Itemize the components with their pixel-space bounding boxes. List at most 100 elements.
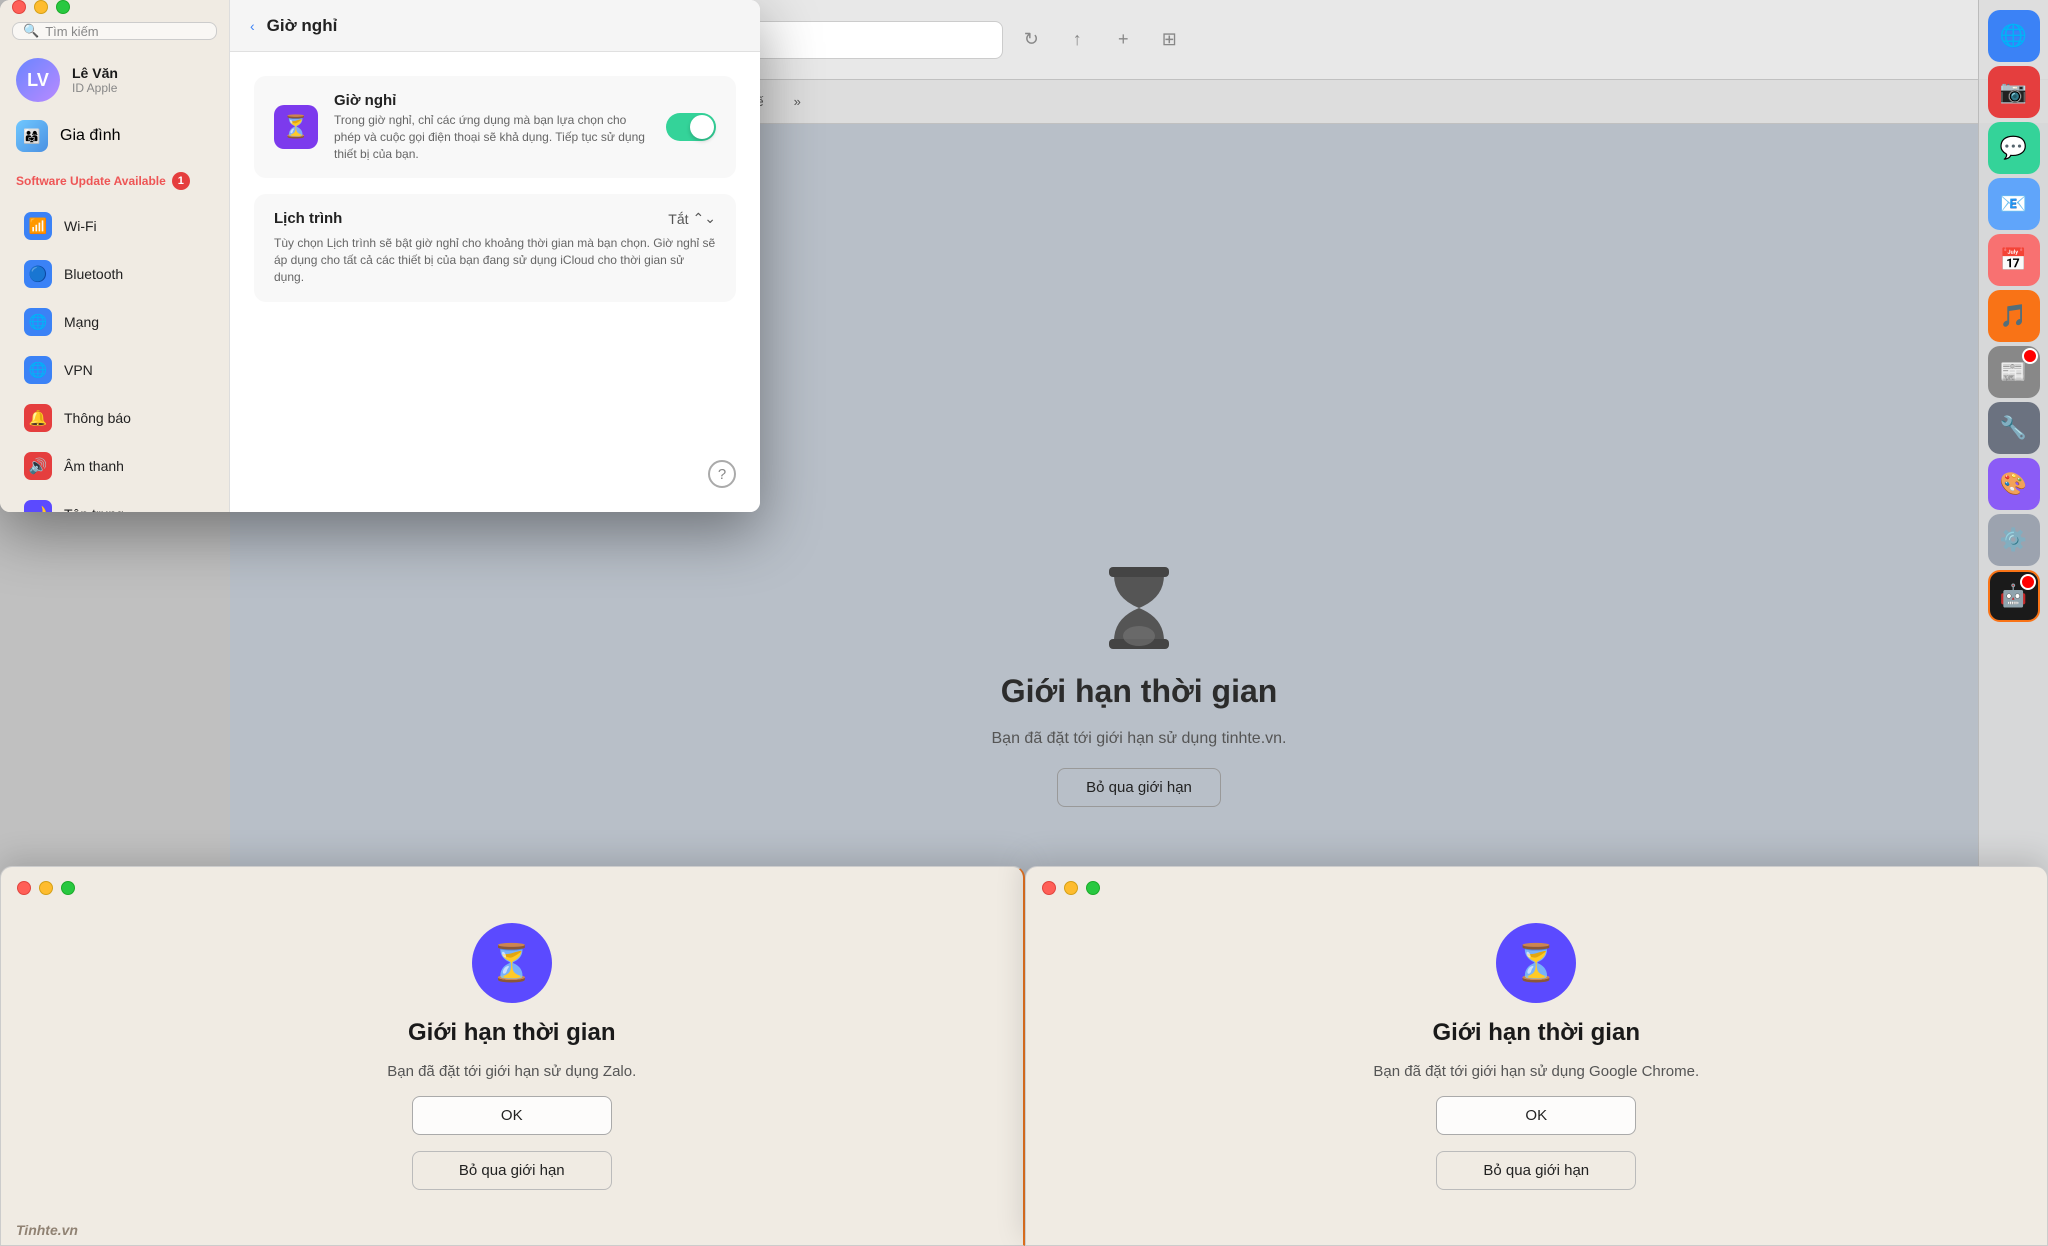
- dock-icon-music[interactable]: 🎵: [1988, 290, 2040, 342]
- popup-zalo-subtitle: Bạn đã đặt tới giới hạn sử dụng Zalo.: [387, 1063, 636, 1080]
- close-button[interactable]: [12, 0, 26, 14]
- sidebar-item-bluetooth[interactable]: 🔵 Bluetooth: [8, 252, 221, 296]
- hourglass-icon: [1099, 563, 1179, 653]
- sidebar-item-focus[interactable]: 🌙 Tập trung: [8, 492, 221, 512]
- gio-nghi-toggle[interactable]: [666, 113, 716, 141]
- schedule-value-text: Tắt: [668, 211, 688, 227]
- watermark: Tinhte.vn: [16, 1222, 78, 1238]
- share-button[interactable]: ↑: [1059, 22, 1095, 58]
- maximize-button[interactable]: [56, 0, 70, 14]
- sidebar-item-network[interactable]: 🌐 Mạng: [8, 300, 221, 344]
- sidebar-item-label: Thông báo: [64, 410, 131, 426]
- browser-ignore-limit-button[interactable]: Bỏ qua giới hạn: [1057, 768, 1221, 807]
- back-arrow-icon: ‹: [250, 18, 255, 34]
- popup-chrome: ⏳ Giới hạn thời gian Bạn đã đặt tới giới…: [1025, 866, 2048, 1246]
- sidebar-item-label: Tập trung: [64, 506, 124, 512]
- popup-chrome-maximize[interactable]: [1086, 881, 1100, 895]
- search-placeholder: Tìm kiếm: [45, 24, 98, 39]
- family-label: Gia đình: [60, 127, 120, 145]
- dock-icon-calendar[interactable]: 📅: [1988, 234, 2040, 286]
- user-name: Lê Văn: [72, 65, 118, 81]
- dock-icon-news[interactable]: 📰: [1988, 346, 2040, 398]
- dock-icon-messages[interactable]: 💬: [1988, 122, 2040, 174]
- popup-chrome-ignore-button[interactable]: Bỏ qua giới hạn: [1436, 1151, 1636, 1190]
- gio-nghi-card: ⏳ Giờ nghỉ Trong giờ nghỉ, chỉ các ứng d…: [254, 76, 736, 178]
- dock-icon-creative[interactable]: 🎨: [1988, 458, 2040, 510]
- dock-icon-mail[interactable]: 📧: [1988, 178, 2040, 230]
- sidebar: 🔍 Tìm kiếm LV Lê Văn ID Apple 👨‍👩‍👧 Gia …: [0, 0, 230, 512]
- software-update-label: Software Update Available: [16, 174, 166, 188]
- help-button[interactable]: ?: [708, 460, 736, 488]
- popup-chrome-controls: [1042, 881, 1100, 895]
- sidebar-item-vpn[interactable]: 🌐 VPN: [8, 348, 221, 392]
- popup-chrome-title: Giới hạn thời gian: [1433, 1019, 1640, 1047]
- user-subtitle: ID Apple: [72, 81, 118, 95]
- dock-icon-settings[interactable]: ⚙️: [1988, 514, 2040, 566]
- gio-nghi-info: Giờ nghỉ Trong giờ nghỉ, chỉ các ứng dụn…: [334, 92, 650, 162]
- software-update-item[interactable]: Software Update Available 1: [12, 166, 217, 196]
- detail-header: ‹ Giờ nghỉ: [230, 0, 760, 52]
- sound-icon: 🔊: [24, 452, 52, 480]
- schedule-value[interactable]: Tắt ⌃⌄: [668, 210, 716, 227]
- sidebar-item-sound[interactable]: 🔊 Âm thanh: [8, 444, 221, 488]
- popup-zalo-ignore-button[interactable]: Bỏ qua giới hạn: [412, 1151, 612, 1190]
- dock-icon-finder[interactable]: 🌐: [1988, 10, 2040, 62]
- schedule-title: Lịch trình: [274, 210, 342, 227]
- schedule-header: Lịch trình Tắt ⌃⌄: [274, 210, 716, 227]
- browser-time-limit-title: Giới hạn thời gian: [1001, 673, 1278, 710]
- popup-zalo-icon: ⏳: [472, 923, 552, 1003]
- family-icon: 👨‍👩‍👧: [16, 120, 48, 152]
- popup-chrome-subtitle: Bạn đã đặt tới giới hạn sử dụng Google C…: [1373, 1063, 1699, 1080]
- back-button[interactable]: ‹: [250, 18, 255, 34]
- add-tab-button[interactable]: +: [1105, 22, 1141, 58]
- sidebar-user-profile[interactable]: LV Lê Văn ID Apple: [0, 48, 229, 112]
- schedule-desc: Tùy chọn Lịch trình sẽ bật giờ nghỉ cho …: [274, 235, 716, 285]
- dock-icon-ai[interactable]: 🤖: [1988, 570, 2040, 622]
- wifi-icon: 📶: [24, 212, 52, 240]
- sidebar-header: [0, 0, 229, 14]
- sidebar-item-wifi[interactable]: 📶 Wi-Fi: [8, 204, 221, 248]
- popup-overlay: ⏳ Giới hạn thời gian Bạn đã đặt tới giới…: [0, 866, 2048, 1246]
- dock-icon-camera[interactable]: 📷: [1988, 66, 2040, 118]
- help-icon: ?: [718, 466, 726, 483]
- popup-chrome-ok-button[interactable]: OK: [1436, 1096, 1636, 1135]
- reload-button[interactable]: ↻: [1013, 22, 1049, 58]
- popup-zalo-controls: [17, 881, 75, 895]
- sidebar-item-label: Wi-Fi: [64, 218, 97, 234]
- schedule-card: Lịch trình Tắt ⌃⌄ Tùy chọn Lịch trình sẽ…: [254, 194, 736, 301]
- detail-panel: ‹ Giờ nghỉ ⏳ Giờ nghỉ Trong giờ nghỉ, ch…: [230, 0, 760, 512]
- search-icon: 🔍: [23, 23, 39, 39]
- focus-icon: 🌙: [24, 500, 52, 512]
- window-controls: [12, 0, 70, 14]
- minimize-button[interactable]: [34, 0, 48, 14]
- vpn-icon: 🌐: [24, 356, 52, 384]
- more-tabs-button[interactable]: »: [782, 90, 813, 113]
- user-avatar: LV: [16, 58, 60, 102]
- dock-icon-tools[interactable]: 🔧: [1988, 402, 2040, 454]
- sidebar-item-label: Âm thanh: [64, 458, 124, 474]
- popup-zalo-maximize[interactable]: [61, 881, 75, 895]
- sidebar-item-label: Mạng: [64, 314, 99, 330]
- sidebar-item-family[interactable]: 👨‍👩‍👧 Gia đình: [0, 112, 229, 160]
- browser-time-limit-subtitle: Bạn đã đặt tới giới hạn sử dụng tinhte.v…: [992, 730, 1287, 748]
- popup-zalo-close[interactable]: [17, 881, 31, 895]
- popup-zalo-ok-button[interactable]: OK: [412, 1096, 612, 1135]
- gio-nghi-title: Giờ nghỉ: [334, 92, 650, 109]
- search-bar[interactable]: 🔍 Tìm kiếm: [12, 22, 217, 40]
- popup-chrome-minimize[interactable]: [1064, 881, 1078, 895]
- sidebar-item-notifications[interactable]: 🔔 Thông báo: [8, 396, 221, 440]
- update-badge: 1: [172, 172, 190, 190]
- schedule-chevron-icon: ⌃⌄: [693, 210, 716, 227]
- network-icon: 🌐: [24, 308, 52, 336]
- system-preferences-window: 🔍 Tìm kiếm LV Lê Văn ID Apple 👨‍👩‍👧 Gia …: [0, 0, 760, 512]
- user-info: Lê Văn ID Apple: [72, 65, 118, 95]
- popup-chrome-close[interactable]: [1042, 881, 1056, 895]
- popup-zalo-minimize[interactable]: [39, 881, 53, 895]
- sidebar-button[interactable]: ⊞: [1151, 22, 1187, 58]
- sidebar-item-label: VPN: [64, 362, 93, 378]
- notification-icon: 🔔: [24, 404, 52, 432]
- popup-zalo: ⏳ Giới hạn thời gian Bạn đã đặt tới giới…: [0, 866, 1025, 1246]
- bluetooth-icon: 🔵: [24, 260, 52, 288]
- detail-title: Giờ nghỉ: [267, 16, 338, 36]
- gio-nghi-desc: Trong giờ nghỉ, chỉ các ứng dụng mà bạn …: [334, 112, 650, 162]
